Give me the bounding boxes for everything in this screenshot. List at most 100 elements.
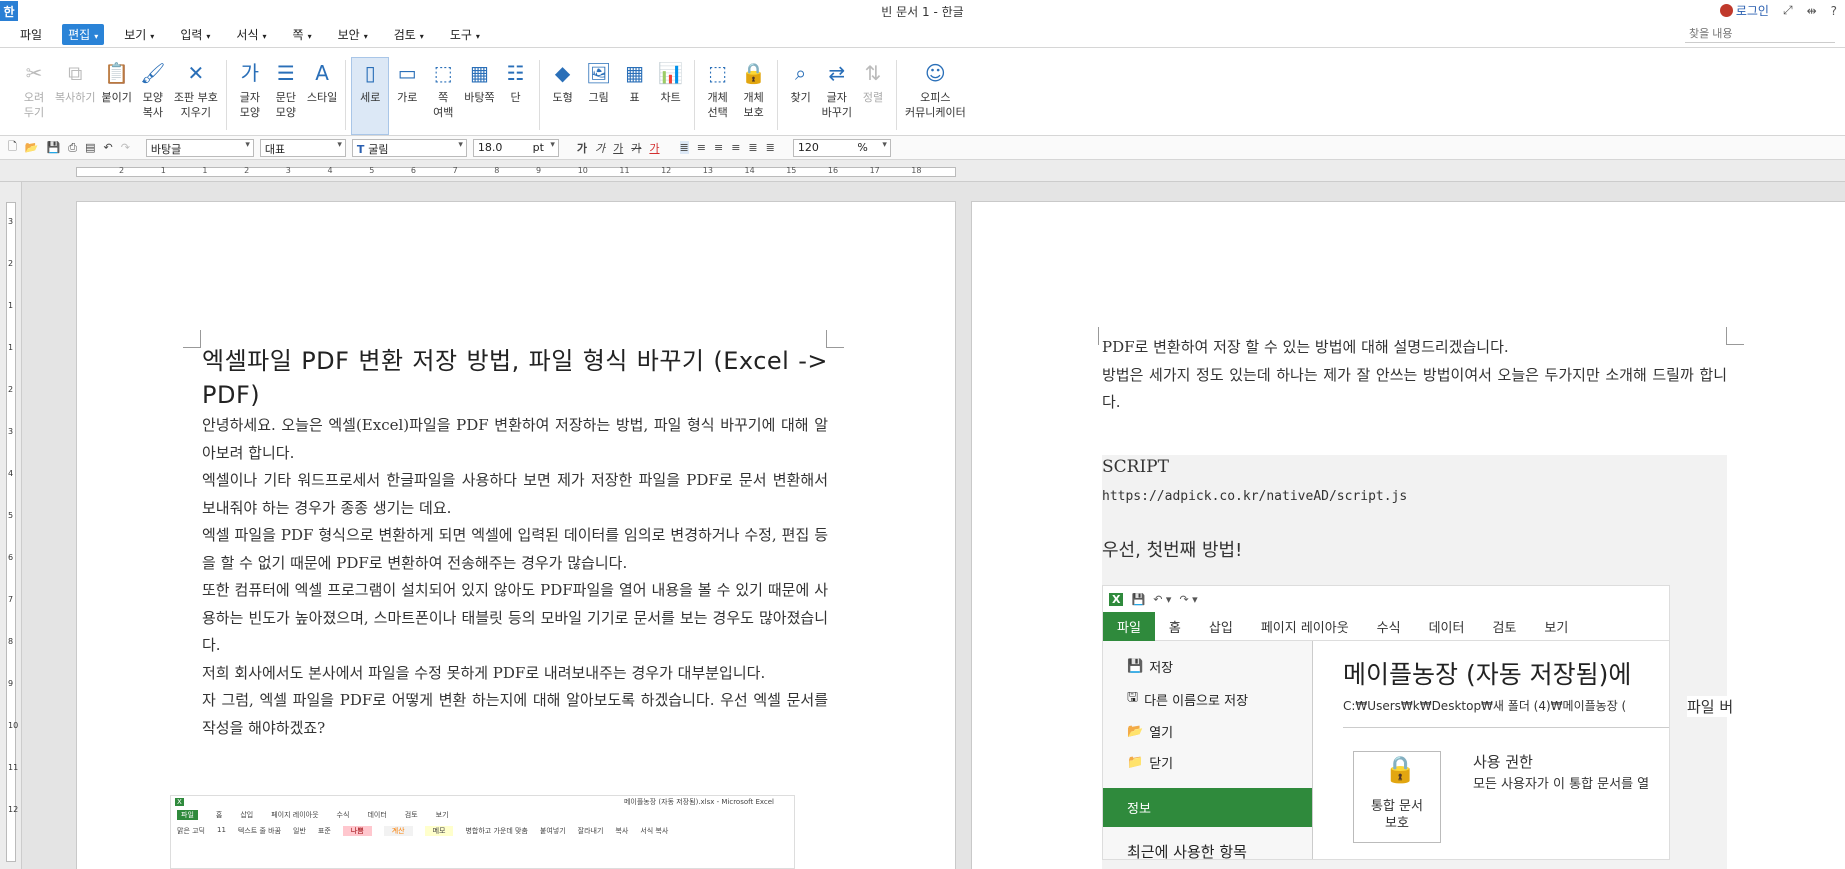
mini-tab: 페이지 레이아웃 (271, 811, 319, 819)
align-center-icon[interactable]: ≡ (714, 141, 723, 154)
page2-body[interactable]: PDF로 변환하여 저장 할 수 있는 방법에 대해 설명드리겠습니다. 방법은… (1102, 334, 1727, 417)
ruler-tick: 12 (661, 166, 672, 175)
vertical-ruler[interactable]: 3 2 1 1 2 3 4 5 6 7 8 9 10 11 12 (0, 182, 22, 869)
menu-tools[interactable]: 도구 ▾ (444, 24, 486, 45)
vertical-ruler-scale: 3 2 1 1 2 3 4 5 6 7 8 9 10 11 12 (6, 202, 19, 862)
mini-tabs: 파일 홈 삽입 페이지 레이아웃 수식 데이터 검토 보기 (171, 808, 794, 822)
ruler-tick: 3 (285, 166, 291, 175)
ribbon-separator (225, 60, 227, 130)
split-icon[interactable]: ⇹ (1807, 4, 1817, 18)
ruler-tick: 8 (8, 637, 14, 646)
menu-edit[interactable]: 편집 ▾ (62, 24, 105, 45)
zoom-input[interactable]: 120% (792, 138, 891, 157)
undo-icon[interactable]: ↶ (103, 141, 112, 154)
ribbon-button-style[interactable]: A 스타일 (304, 58, 340, 135)
italic-button[interactable]: 가 (595, 140, 605, 156)
underline-button[interactable]: 가 (613, 140, 623, 156)
menu-security[interactable]: 보안 ▾ (332, 24, 374, 45)
ribbon-button-landscape[interactable]: ▭ 가로 (389, 58, 425, 135)
align-left-icon[interactable]: ≡ (697, 141, 706, 154)
print-icon[interactable]: ⎙ (68, 141, 77, 155)
ruler-tick: 3 (8, 427, 14, 436)
char-shape-icon: 가 (240, 60, 260, 85)
save-icon[interactable]: 💾 (47, 141, 61, 154)
ribbon-button-picture[interactable]: 🖼 그림 (581, 58, 617, 135)
menu-view[interactable]: 보기 ▾ (118, 24, 160, 45)
mini-ribbon-item: 표준 (317, 827, 331, 835)
align-right-icon[interactable]: ≡ (731, 141, 740, 154)
ribbon-button-format-painter[interactable]: 🖌 모양 복사 (135, 58, 171, 135)
font-size-input[interactable]: 18.0 pt (472, 138, 559, 157)
script-url[interactable]: https://adpick.co.kr/nativeAD/script.js (1102, 489, 1727, 504)
ribbon-label: 단 (510, 91, 521, 104)
bold-button[interactable]: 가 (577, 140, 587, 156)
ribbon-label: 정렬 (862, 91, 884, 104)
excel-close-item: 📁 닫기 (1103, 747, 1312, 778)
menu-page[interactable]: 쪽 ▾ (287, 24, 318, 45)
ribbon-button-object-protect[interactable]: 🔒 개체 보호 (736, 58, 772, 135)
fullscreen-icon[interactable]: ⤢ (1783, 3, 1793, 18)
ribbon-button-sort[interactable]: ⇅ 정렬 (855, 58, 891, 135)
ruler-tick: 7 (452, 166, 458, 175)
ribbon-button-erase-marks[interactable]: ✕ 조판 부호 지우기 (171, 58, 221, 135)
office-communicator-icon: ☺ (924, 60, 946, 85)
strike-button[interactable]: 가 (631, 140, 641, 156)
preview-icon[interactable]: ▤ (85, 141, 95, 154)
window-controls: 로그인 ⤢ ⇹ ? (1719, 2, 1837, 19)
align-split-icon[interactable]: ≣ (766, 141, 775, 154)
ribbon-button-scissors[interactable]: ✂ 오려 두기 (16, 58, 52, 135)
ribbon-button-paragraph-shape[interactable]: ☰ 문단 모양 (268, 58, 304, 135)
login-label: 로그인 (1735, 4, 1769, 18)
excel-tab: 페이지 레이아웃 (1260, 620, 1349, 636)
page-1[interactable]: 엑셀파일 PDF 변환 저장 방법, 파일 형식 바꾸기 (Excel -> P… (77, 202, 955, 869)
ribbon-button-master-page[interactable]: ▦ 바탕쪽 (461, 58, 497, 135)
ribbon-label: 개체 선택 (707, 91, 728, 119)
menu-insert[interactable]: 입력 ▾ (174, 24, 216, 45)
ribbon-button-office-communicator[interactable]: ☺ 오피스 커뮤니케이터 (902, 58, 969, 135)
master-page-icon: ▦ (469, 60, 489, 85)
mini-ribbon-item: 텍스트 줄 바꿈 (237, 827, 282, 835)
open-icon[interactable]: 📂 (25, 141, 39, 154)
page1-body[interactable]: 엑셀파일 PDF 변환 저장 방법, 파일 형식 바꾸기 (Excel -> P… (202, 344, 828, 742)
mini-tab: 보기 (435, 811, 449, 819)
align-distribute-icon[interactable]: ≣ (748, 141, 757, 154)
ribbon-label: 표 (629, 91, 640, 104)
align-justify-icon[interactable]: ≣ (679, 141, 689, 154)
ruler-tick: 10 (8, 721, 19, 730)
ribbon-button-char-shape[interactable]: 가 글자 모양 (232, 58, 268, 135)
lang-select[interactable]: 대표 (259, 138, 346, 157)
style-select[interactable]: 바탕글 (145, 138, 254, 157)
ribbon-button-shape[interactable]: ◆ 도형 (545, 58, 581, 135)
menu-view-label: 보기 (124, 28, 147, 42)
ribbon-button-copy[interactable]: ⧉ 복사하기 (52, 58, 98, 135)
ribbon-label: 도형 (552, 91, 573, 104)
lang-value: 대표 (264, 142, 286, 156)
document-canvas[interactable]: 엑셀파일 PDF 변환 저장 방법, 파일 형식 바꾸기 (Excel -> P… (22, 182, 1845, 869)
redo-icon[interactable]: ↷ (121, 141, 130, 154)
ribbon-button-page-margin[interactable]: ⬚ 쪽 여백 (425, 58, 461, 135)
horizontal-ruler[interactable]: 2 1 1 2 3 4 5 6 7 8 9 10 11 12 13 14 15 16 17 18 (0, 160, 1845, 182)
ribbon-button-portrait[interactable]: ▯ 세로 (351, 57, 390, 135)
font-select[interactable]: T 굴림 (351, 138, 467, 157)
ruler-scale: 2 1 1 2 3 4 5 6 7 8 9 10 11 12 13 14 15 16 17 18 (76, 166, 956, 177)
menu-review[interactable]: 검토 ▾ (388, 24, 430, 45)
ribbon-separator (345, 60, 347, 130)
excel-info-pane: 메이플농장 (자동 저장됨)에 C:₩Users₩k₩Desktop₩새 폴더 … (1313, 641, 1669, 859)
ribbon-button-columns[interactable]: ☷ 단 (498, 58, 534, 135)
ribbon-button-chart[interactable]: 📊 차트 (653, 58, 689, 135)
page-2[interactable]: PDF로 변환하여 저장 할 수 있는 방법에 대해 설명드리겠습니다. 방법은… (972, 202, 1845, 869)
ribbon-button-table[interactable]: ▦ 표 (617, 58, 653, 135)
ribbon-button-binoculars[interactable]: ⌕ 찾기 (783, 58, 819, 135)
search-input[interactable] (1685, 25, 1835, 43)
menu-format[interactable]: 서식 ▾ (230, 24, 272, 45)
ribbon-button-object-select[interactable]: ⬚ 개체 선택 (700, 58, 736, 135)
new-doc-icon[interactable]: 🗋 (8, 138, 17, 157)
help-icon[interactable]: ? (1831, 4, 1837, 18)
menu-file[interactable]: 파일 (14, 24, 48, 45)
login-button[interactable]: 로그인 (1719, 2, 1769, 19)
protect-workbook-label: 통합 문서 보호 (1371, 799, 1423, 831)
font-color-button[interactable]: 가 (649, 140, 659, 156)
ribbon-button-char-replace[interactable]: ⇄ 글자 바꾸기 (819, 58, 855, 135)
ribbon-button-paste[interactable]: 📋 붙이기 (98, 58, 134, 135)
permission-desc: 모든 사용자가 이 통합 문서를 열 (1473, 777, 1650, 792)
